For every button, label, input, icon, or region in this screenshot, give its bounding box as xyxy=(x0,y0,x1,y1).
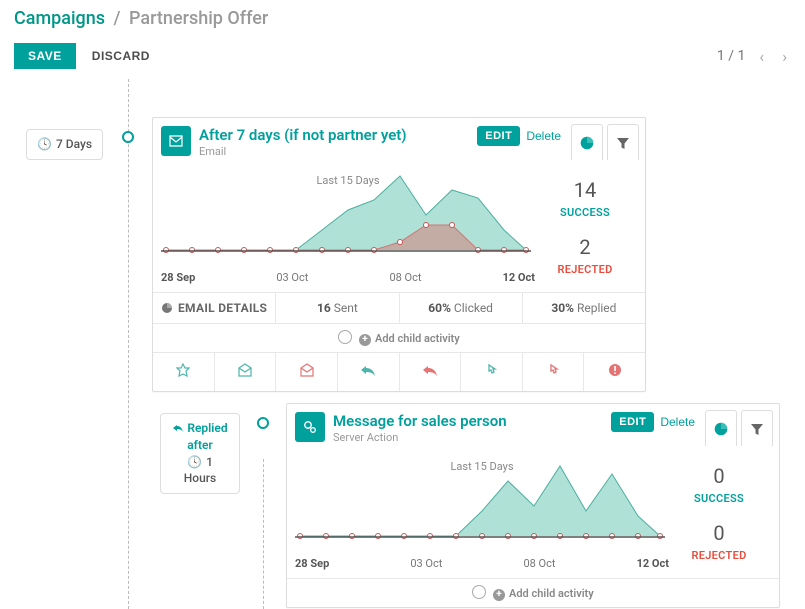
add-child-activity-button[interactable]: +Add child activity xyxy=(153,323,645,352)
save-button[interactable]: SAVE xyxy=(14,43,76,69)
card-title[interactable]: Message for sales person xyxy=(333,412,611,430)
activity-card-server-action: Message for sales person Server Action E… xyxy=(286,403,780,608)
tab-chart[interactable] xyxy=(705,410,737,446)
mail-open-teal-icon[interactable] xyxy=(215,353,277,391)
reply-red-icon[interactable] xyxy=(400,353,462,391)
pie-chart-icon xyxy=(579,135,595,151)
trigger-pill-replied: Replied after 🕓1 Hours xyxy=(160,413,240,494)
delete-button[interactable]: Delete xyxy=(526,129,561,143)
pager-text: 1 / 1 xyxy=(717,48,745,64)
clicked-stat: 60% Clicked xyxy=(400,293,523,323)
timeline-branch xyxy=(263,459,264,609)
xtick: 08 Oct xyxy=(389,271,421,284)
success-label: SUCCESS xyxy=(535,206,635,219)
tab-chart[interactable] xyxy=(571,124,603,160)
pager-prev-icon[interactable]: ‹ xyxy=(755,47,768,66)
success-label: SUCCESS xyxy=(669,492,769,505)
xtick: 12 Oct xyxy=(637,557,669,570)
add-child-activity-button[interactable]: +Add child activity xyxy=(287,578,779,607)
tab-filter[interactable] xyxy=(607,124,639,160)
reply-icon xyxy=(172,423,184,433)
card-type: Server Action xyxy=(333,431,611,444)
gears-icon xyxy=(295,412,325,442)
rejected-label: REJECTED xyxy=(535,263,635,276)
card-title[interactable]: After 7 days (if not partner yet) xyxy=(199,126,477,144)
email-details-row: EMAIL DETAILS 16 Sent 60% Clicked 30% Re… xyxy=(153,292,645,323)
envelope-icon xyxy=(161,126,191,156)
rejected-label: REJECTED xyxy=(669,549,769,562)
mail-open-red-icon[interactable] xyxy=(276,353,338,391)
edit-button[interactable]: EDIT xyxy=(477,126,520,146)
tab-filter[interactable] xyxy=(741,410,773,446)
xtick: 03 Oct xyxy=(276,271,308,284)
breadcrumb-root[interactable]: Campaigns xyxy=(14,8,105,29)
rejected-count: 0 xyxy=(669,521,769,545)
breadcrumb: Campaigns / Partnership Offer xyxy=(14,8,791,29)
delete-button[interactable]: Delete xyxy=(660,415,695,429)
click-teal-icon[interactable] xyxy=(461,353,523,391)
reply-teal-icon[interactable] xyxy=(338,353,400,391)
discard-button[interactable]: DISCARD xyxy=(92,49,150,63)
success-count: 14 xyxy=(535,178,635,202)
plus-icon: + xyxy=(493,589,505,601)
xtick: 12 Oct xyxy=(503,271,535,284)
filter-icon xyxy=(616,136,630,150)
edit-button[interactable]: EDIT xyxy=(611,412,654,432)
filter-icon xyxy=(750,422,764,436)
action-activity-icon[interactable] xyxy=(153,353,215,391)
xtick: 08 Oct xyxy=(523,557,555,570)
node-dot-2 xyxy=(257,417,269,429)
pager: 1 / 1 ‹ › xyxy=(717,47,791,66)
plus-icon: + xyxy=(359,334,371,346)
node-dot-1 xyxy=(122,131,134,143)
rejected-count: 2 xyxy=(535,235,635,259)
success-count: 0 xyxy=(669,464,769,488)
pie-chart-icon xyxy=(713,421,729,437)
sent-stat: 16 Sent xyxy=(276,293,399,323)
xtick: 28 Sep xyxy=(295,557,329,570)
chart-range-label: Last 15 Days xyxy=(450,460,513,473)
warning-icon[interactable] xyxy=(584,353,645,391)
activity-card-email: After 7 days (if not partner yet) Email … xyxy=(152,117,646,392)
clock-icon: 🕓 xyxy=(37,137,52,151)
xtick: 28 Sep xyxy=(161,271,195,284)
breadcrumb-sep: / xyxy=(114,8,121,29)
replied-stat: 30% Replied xyxy=(523,293,645,323)
click-red-icon[interactable] xyxy=(523,353,585,391)
delay-pill-7days: 🕓7 Days xyxy=(26,129,103,160)
pie-chart-icon xyxy=(161,302,173,314)
pager-next-icon[interactable]: › xyxy=(778,47,791,66)
timeline-trunk xyxy=(128,79,129,609)
breadcrumb-current: Partnership Offer xyxy=(129,8,268,29)
clock-icon: 🕓 xyxy=(187,455,202,469)
card-type: Email xyxy=(199,145,477,158)
email-details-label: EMAIL DETAILS xyxy=(153,293,276,323)
xtick: 03 Oct xyxy=(410,557,442,570)
chart-range-label: Last 15 Days xyxy=(316,174,379,187)
